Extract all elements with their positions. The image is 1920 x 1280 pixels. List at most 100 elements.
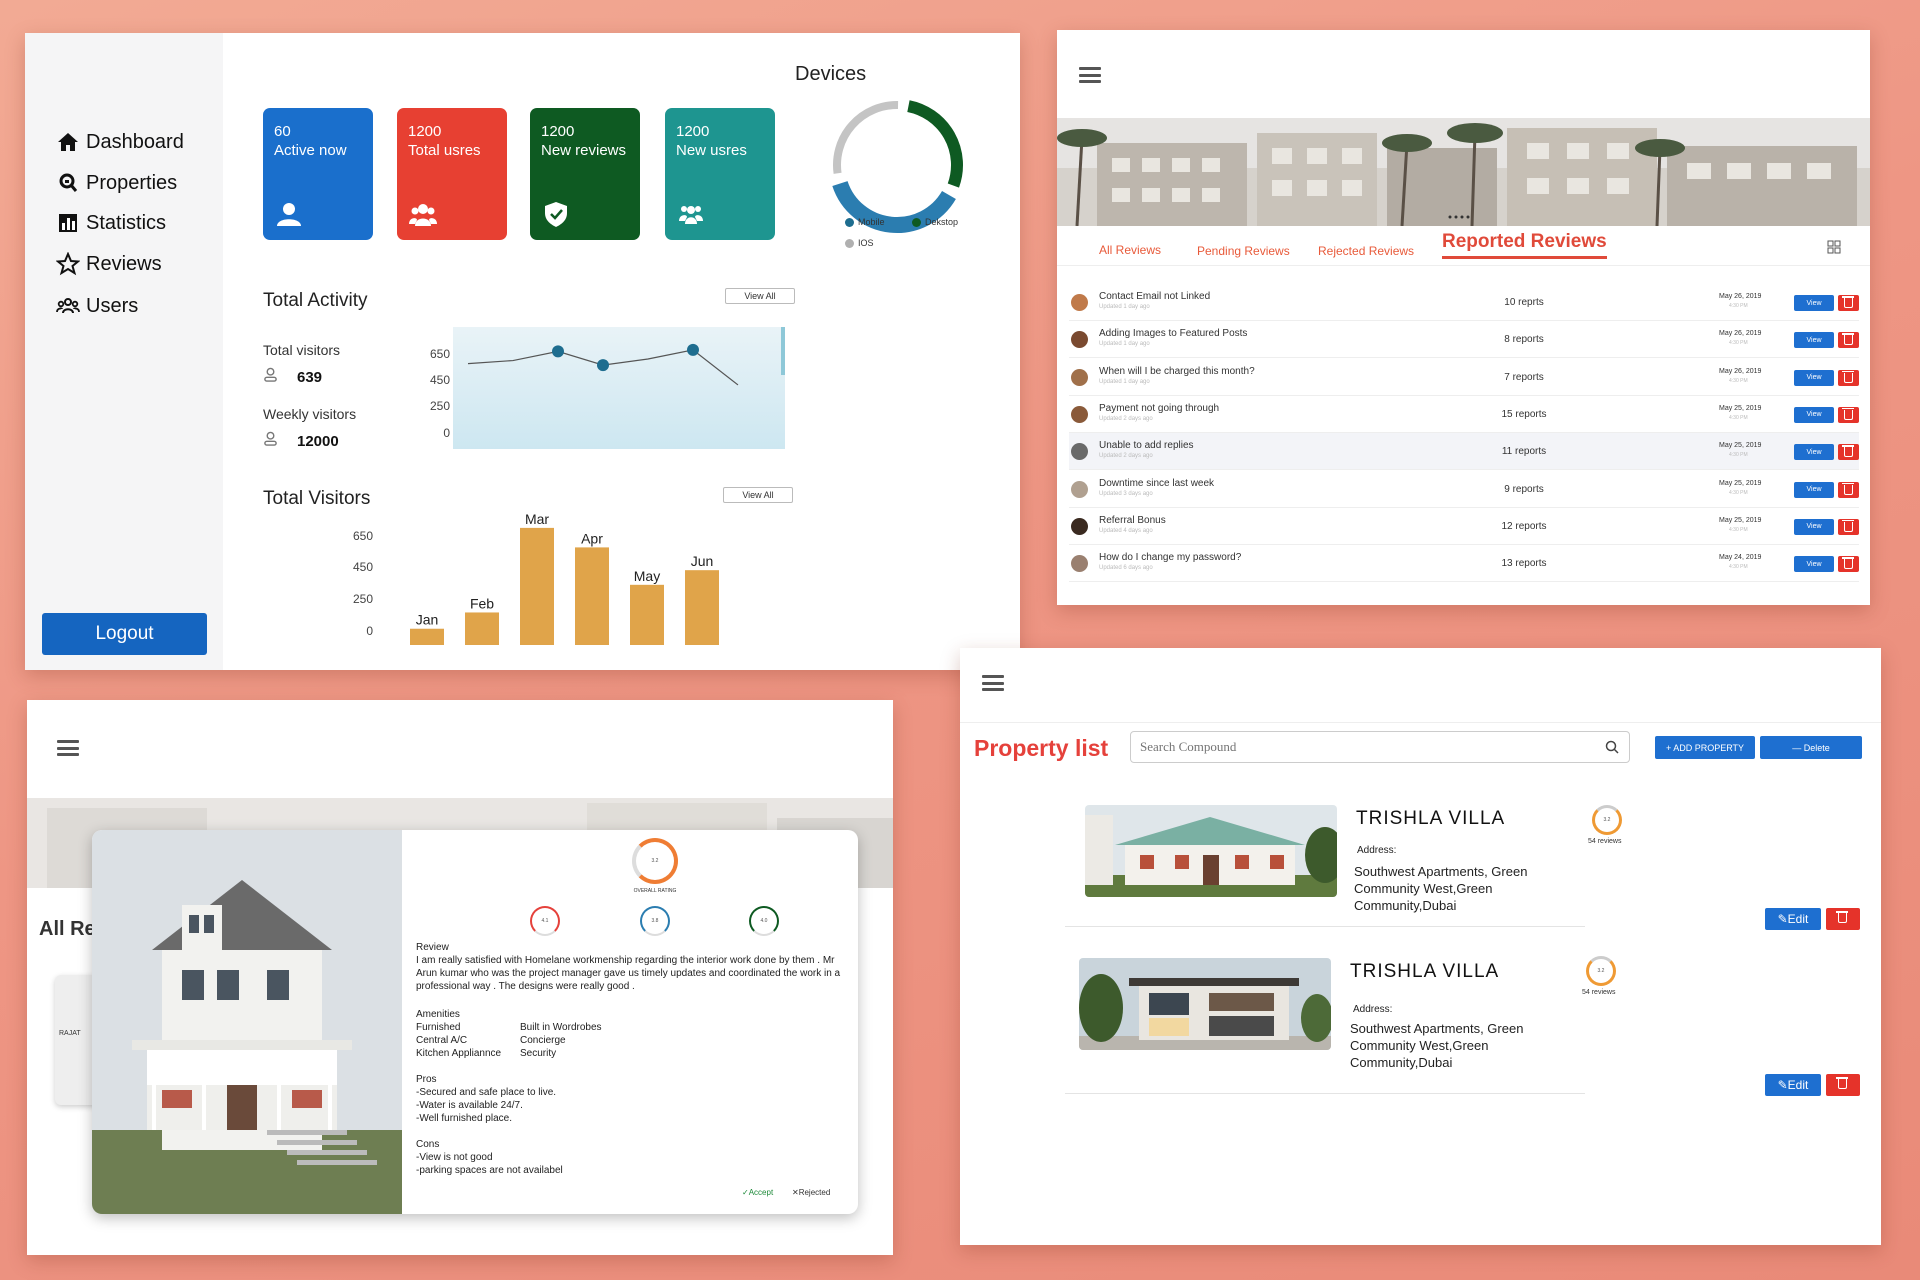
view-button[interactable]: View [1794,332,1834,349]
legend-item-mobile: Mobile [845,217,885,227]
logout-button[interactable]: Logout [42,613,207,655]
delete-review-button[interactable] [1838,518,1859,535]
sidebar-item-statistics[interactable]: Statistics [56,211,166,235]
sidebar-item-users[interactable]: Users [56,294,138,318]
hamburger-menu-icon[interactable] [982,675,1004,691]
visitors-y-tick: 0 [366,624,373,638]
property-list-panel: Property list + ADD PROPERTY — Delete TR… [960,648,1881,1245]
search-input[interactable] [1130,731,1630,763]
view-button[interactable]: View [1794,556,1834,573]
view-button[interactable]: View [1794,444,1834,461]
stat-card-new-users[interactable]: 1200 New usres [665,108,775,240]
activity-view-all-button[interactable]: View All [725,288,795,304]
delete-review-button[interactable] [1838,444,1859,461]
delete-review-button[interactable] [1838,295,1859,311]
avatar [1071,331,1088,349]
sidebar-item-label: Properties [86,171,178,194]
view-button[interactable]: View [1794,406,1834,423]
trash-icon [1842,445,1854,458]
home-icon [58,133,78,151]
review-updated: Updated 1 day ago [1099,304,1150,310]
user-icon [277,203,301,226]
review-updated: Updated 6 days ago [1099,565,1153,572]
legend-swatch [845,238,854,248]
bar-label: Feb [470,595,494,611]
delete-button[interactable]: — Delete [1760,736,1862,759]
stat-card-total-users[interactable]: 1200 Total usres [397,108,507,240]
stat-card-active-now[interactable]: 60 Active now [263,108,373,240]
amenity-item: Concierge [520,1035,566,1046]
view-button[interactable]: View [1794,295,1834,311]
edit-button[interactable]: ✎Edit [1765,908,1821,930]
address-label: Address: [1353,1004,1393,1015]
tab-all-reviews[interactable]: All Reviews [1099,243,1161,257]
tab-reported-reviews[interactable]: Reported Reviews [1442,231,1607,259]
sidebar-item-label: Users [86,294,139,317]
bar [410,628,444,645]
report-count: 10 reprts [1504,297,1544,308]
reject-label: Rejected [798,1188,831,1197]
hamburger-menu-icon[interactable] [1079,67,1101,83]
sidebar-item-label: Statistics [86,211,167,234]
visitors-view-all-button[interactable]: View All [723,487,793,503]
tab-pending-reviews[interactable]: Pending Reviews [1197,244,1290,258]
view-button[interactable]: View [1794,481,1834,498]
sidebar-item-properties[interactable]: Properties [56,171,177,195]
delete-review-button[interactable] [1838,332,1859,349]
delete-review-button[interactable] [1838,406,1859,423]
avatar [1071,368,1088,386]
table-row[interactable]: Downtime since last week Updated 3 days a… [1069,471,1859,508]
property-address: Southwest Apartments, Green Community We… [1350,1021,1524,1070]
delete-property-button[interactable] [1826,1074,1860,1096]
property-review-count: 54 reviews [1588,838,1622,845]
villa-illustration [1079,958,1331,1050]
view-button[interactable]: View [1794,518,1834,535]
table-row[interactable]: Payment not going through Updated 2 days … [1069,396,1859,433]
delete-review-button[interactable] [1838,481,1859,498]
background-card-name: RAJAT [59,1030,81,1037]
review-label: Review [416,942,449,953]
sidebar-item-label: Dashboard [86,130,184,153]
reject-button[interactable]: ✕Rejected [792,1188,830,1197]
review-date: May 24, 2019 [1719,554,1762,562]
table-row[interactable]: Adding Images to Featured Posts Updated 1… [1069,321,1859,359]
table-row[interactable]: How do I change my password? Updated 6 da… [1069,545,1859,583]
devices-title: Devices [795,63,867,85]
amenities-label: Amenities [416,1009,460,1020]
view-button[interactable]: View [1794,369,1834,386]
table-row[interactable]: Referral Bonus Updated 4 days ago 12 repor… [1069,508,1859,545]
add-property-button[interactable]: + ADD PROPERTY [1655,736,1755,759]
stat-card-new-reviews[interactable]: 1200 New reviews [530,108,640,240]
table-row[interactable]: Unable to add replies Updated 2 days ago 1… [1069,433,1859,471]
edit-button[interactable]: ✎Edit [1765,1074,1821,1096]
visitors-y-tick: 650 [352,529,373,543]
activity-y-tick: 0 [443,426,450,440]
sidebar-item-dashboard[interactable]: Dashboard [56,130,184,154]
delete-review-button[interactable] [1838,369,1859,386]
delete-review-button[interactable] [1838,556,1859,573]
accept-button[interactable]: ✓Accept [742,1188,773,1197]
property-rating-value: 3.2 [1603,817,1611,823]
property-rating-ring: 3.2 [1586,956,1616,986]
property-photo[interactable] [1079,958,1331,1050]
avatar [1071,443,1088,461]
tab-rejected-reviews[interactable]: Rejected Reviews [1318,244,1414,258]
review-title: Payment not going through [1099,402,1220,414]
rating-ring-2: 3.8 [640,906,670,936]
property-address: Southwest Apartments, Green Community We… [1354,864,1528,913]
hamburger-menu-icon[interactable] [57,740,79,756]
property-photo [92,830,402,1214]
overall-rating-label: OVERALL RATING [633,888,677,894]
rating-value: 3.8 [651,918,659,924]
table-row[interactable]: When will I be charged this month? Update… [1069,359,1859,396]
legend-label: IOS [858,238,874,248]
grid-view-icon[interactable] [1827,240,1841,254]
delete-property-button[interactable] [1826,908,1860,930]
review-date: May 26, 2019 [1719,330,1762,338]
user-icon [264,367,277,382]
search-icon[interactable] [1605,740,1619,754]
report-count: 8 reports [1504,334,1544,346]
table-row[interactable]: Contact Email not Linked Updated 1 day ag… [1069,284,1859,321]
property-photo[interactable] [1085,805,1337,897]
sidebar-item-reviews[interactable]: Reviews [56,252,162,276]
